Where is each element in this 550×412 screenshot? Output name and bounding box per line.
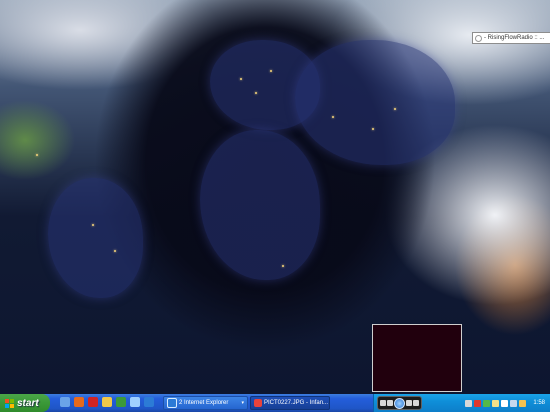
desktop-wallpaper-world-map: - RisingFlowRadio :: ... [0, 0, 550, 394]
city-lights [114, 250, 116, 252]
city-lights [270, 70, 272, 72]
user-icon [475, 34, 482, 42]
city-lights [394, 108, 396, 110]
start-label: start [17, 397, 39, 409]
internet-explorer-icon [167, 398, 177, 408]
volume-icon[interactable] [413, 400, 419, 406]
chevron-down-icon: ▾ [241, 400, 244, 406]
city-lights [36, 154, 38, 156]
quick-launch [60, 397, 154, 407]
map-landmass-south-america [48, 178, 143, 298]
printer-icon[interactable] [492, 399, 500, 407]
safety-icon[interactable] [501, 399, 509, 407]
windows-logo-icon [5, 398, 14, 408]
messenger-icon[interactable] [116, 397, 126, 407]
start-button[interactable]: start [0, 394, 50, 412]
city-lights [92, 224, 94, 226]
stop-icon[interactable] [380, 400, 386, 406]
messenger-icon[interactable] [483, 399, 491, 407]
notification-chip-label: - RisingFlowRadio :: ... [484, 35, 545, 41]
firefox-icon[interactable] [74, 397, 84, 407]
taskbar-button-image-viewer[interactable]: PICT0227.JPG - Infan... [250, 396, 330, 410]
opera-icon[interactable] [88, 397, 98, 407]
city-lights [372, 128, 374, 130]
image-viewer-icon [254, 399, 262, 407]
next-icon[interactable] [406, 400, 412, 406]
taskbar-button-label: 2 Internet Explorer [179, 400, 229, 406]
notification-chip[interactable]: - RisingFlowRadio :: ... [472, 32, 550, 44]
sound-icon[interactable] [510, 399, 518, 407]
previous-icon[interactable] [387, 400, 393, 406]
search-icon[interactable] [130, 397, 140, 407]
map-landmass-africa [200, 130, 320, 280]
internet-explorer-icon[interactable] [144, 397, 154, 407]
clock[interactable]: 1:58 [533, 400, 545, 406]
system-tray: 1:58 [373, 394, 550, 412]
media-player-controls[interactable] [377, 396, 422, 410]
taskbar-button-internet-explorer[interactable]: 2 Internet Explorer ▾ [163, 396, 248, 410]
map-landmass-asia [295, 40, 455, 165]
desktop-icon[interactable] [60, 397, 70, 407]
city-lights [282, 265, 284, 267]
media-preview-window[interactable] [372, 324, 462, 392]
antivirus-icon[interactable] [474, 399, 482, 407]
update-icon[interactable] [519, 399, 527, 407]
taskbar-button-label: PICT0227.JPG - Infan... [264, 400, 329, 406]
tray-icons [465, 399, 527, 407]
city-lights [240, 78, 242, 80]
play-button[interactable] [394, 397, 405, 409]
city-lights [332, 116, 334, 118]
taskbar: start 2 Internet Explorer ▾ PICT0227.JPG… [0, 394, 550, 412]
explorer-icon[interactable] [102, 397, 112, 407]
network-icon[interactable] [465, 399, 473, 407]
city-lights [255, 92, 257, 94]
